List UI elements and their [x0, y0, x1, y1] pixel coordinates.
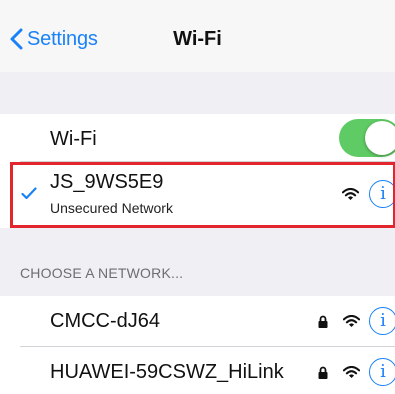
network-name: CMCC-dJ64 [50, 310, 161, 332]
section-spacer [0, 72, 395, 114]
checkmark-icon [21, 187, 37, 200]
info-icon[interactable]: i [369, 358, 395, 386]
wifi-toggle-row: Wi-Fi [0, 114, 395, 162]
page-title: Wi-Fi [173, 28, 222, 50]
lock-icon [318, 315, 328, 328]
wifi-toggle-label: Wi-Fi [50, 128, 97, 150]
network-name: HUAWEI-59CSWZ_HiLink [50, 361, 284, 383]
wifi-signal-icon [343, 315, 360, 328]
wifi-settings-screen: Settings Wi-Fi Wi-Fi JS_9WS5E9 Unsecured… [0, 0, 395, 394]
info-icon[interactable]: i [369, 307, 395, 335]
section-header: CHOOSE A NETWORK... [20, 265, 184, 281]
wifi-signal-icon [343, 366, 360, 379]
section-spacer: CHOOSE A NETWORK... [0, 228, 395, 296]
wifi-toggle-switch[interactable] [339, 119, 395, 157]
info-icon[interactable]: i [369, 180, 395, 208]
connected-network-name: JS_9WS5E9 [50, 171, 164, 193]
network-row[interactable]: HUAWEI-59CSWZ_HiLink i [0, 347, 395, 394]
lock-icon [318, 366, 328, 379]
wifi-signal-icon [342, 188, 359, 201]
connected-network-status: Unsecured Network [50, 200, 173, 216]
network-row[interactable]: CMCC-dJ64 i [0, 296, 395, 346]
navigation-bar: Settings Wi-Fi [0, 0, 395, 72]
toggle-knob [365, 121, 395, 155]
connected-network-row[interactable]: JS_9WS5E9 Unsecured Network i [0, 162, 395, 226]
